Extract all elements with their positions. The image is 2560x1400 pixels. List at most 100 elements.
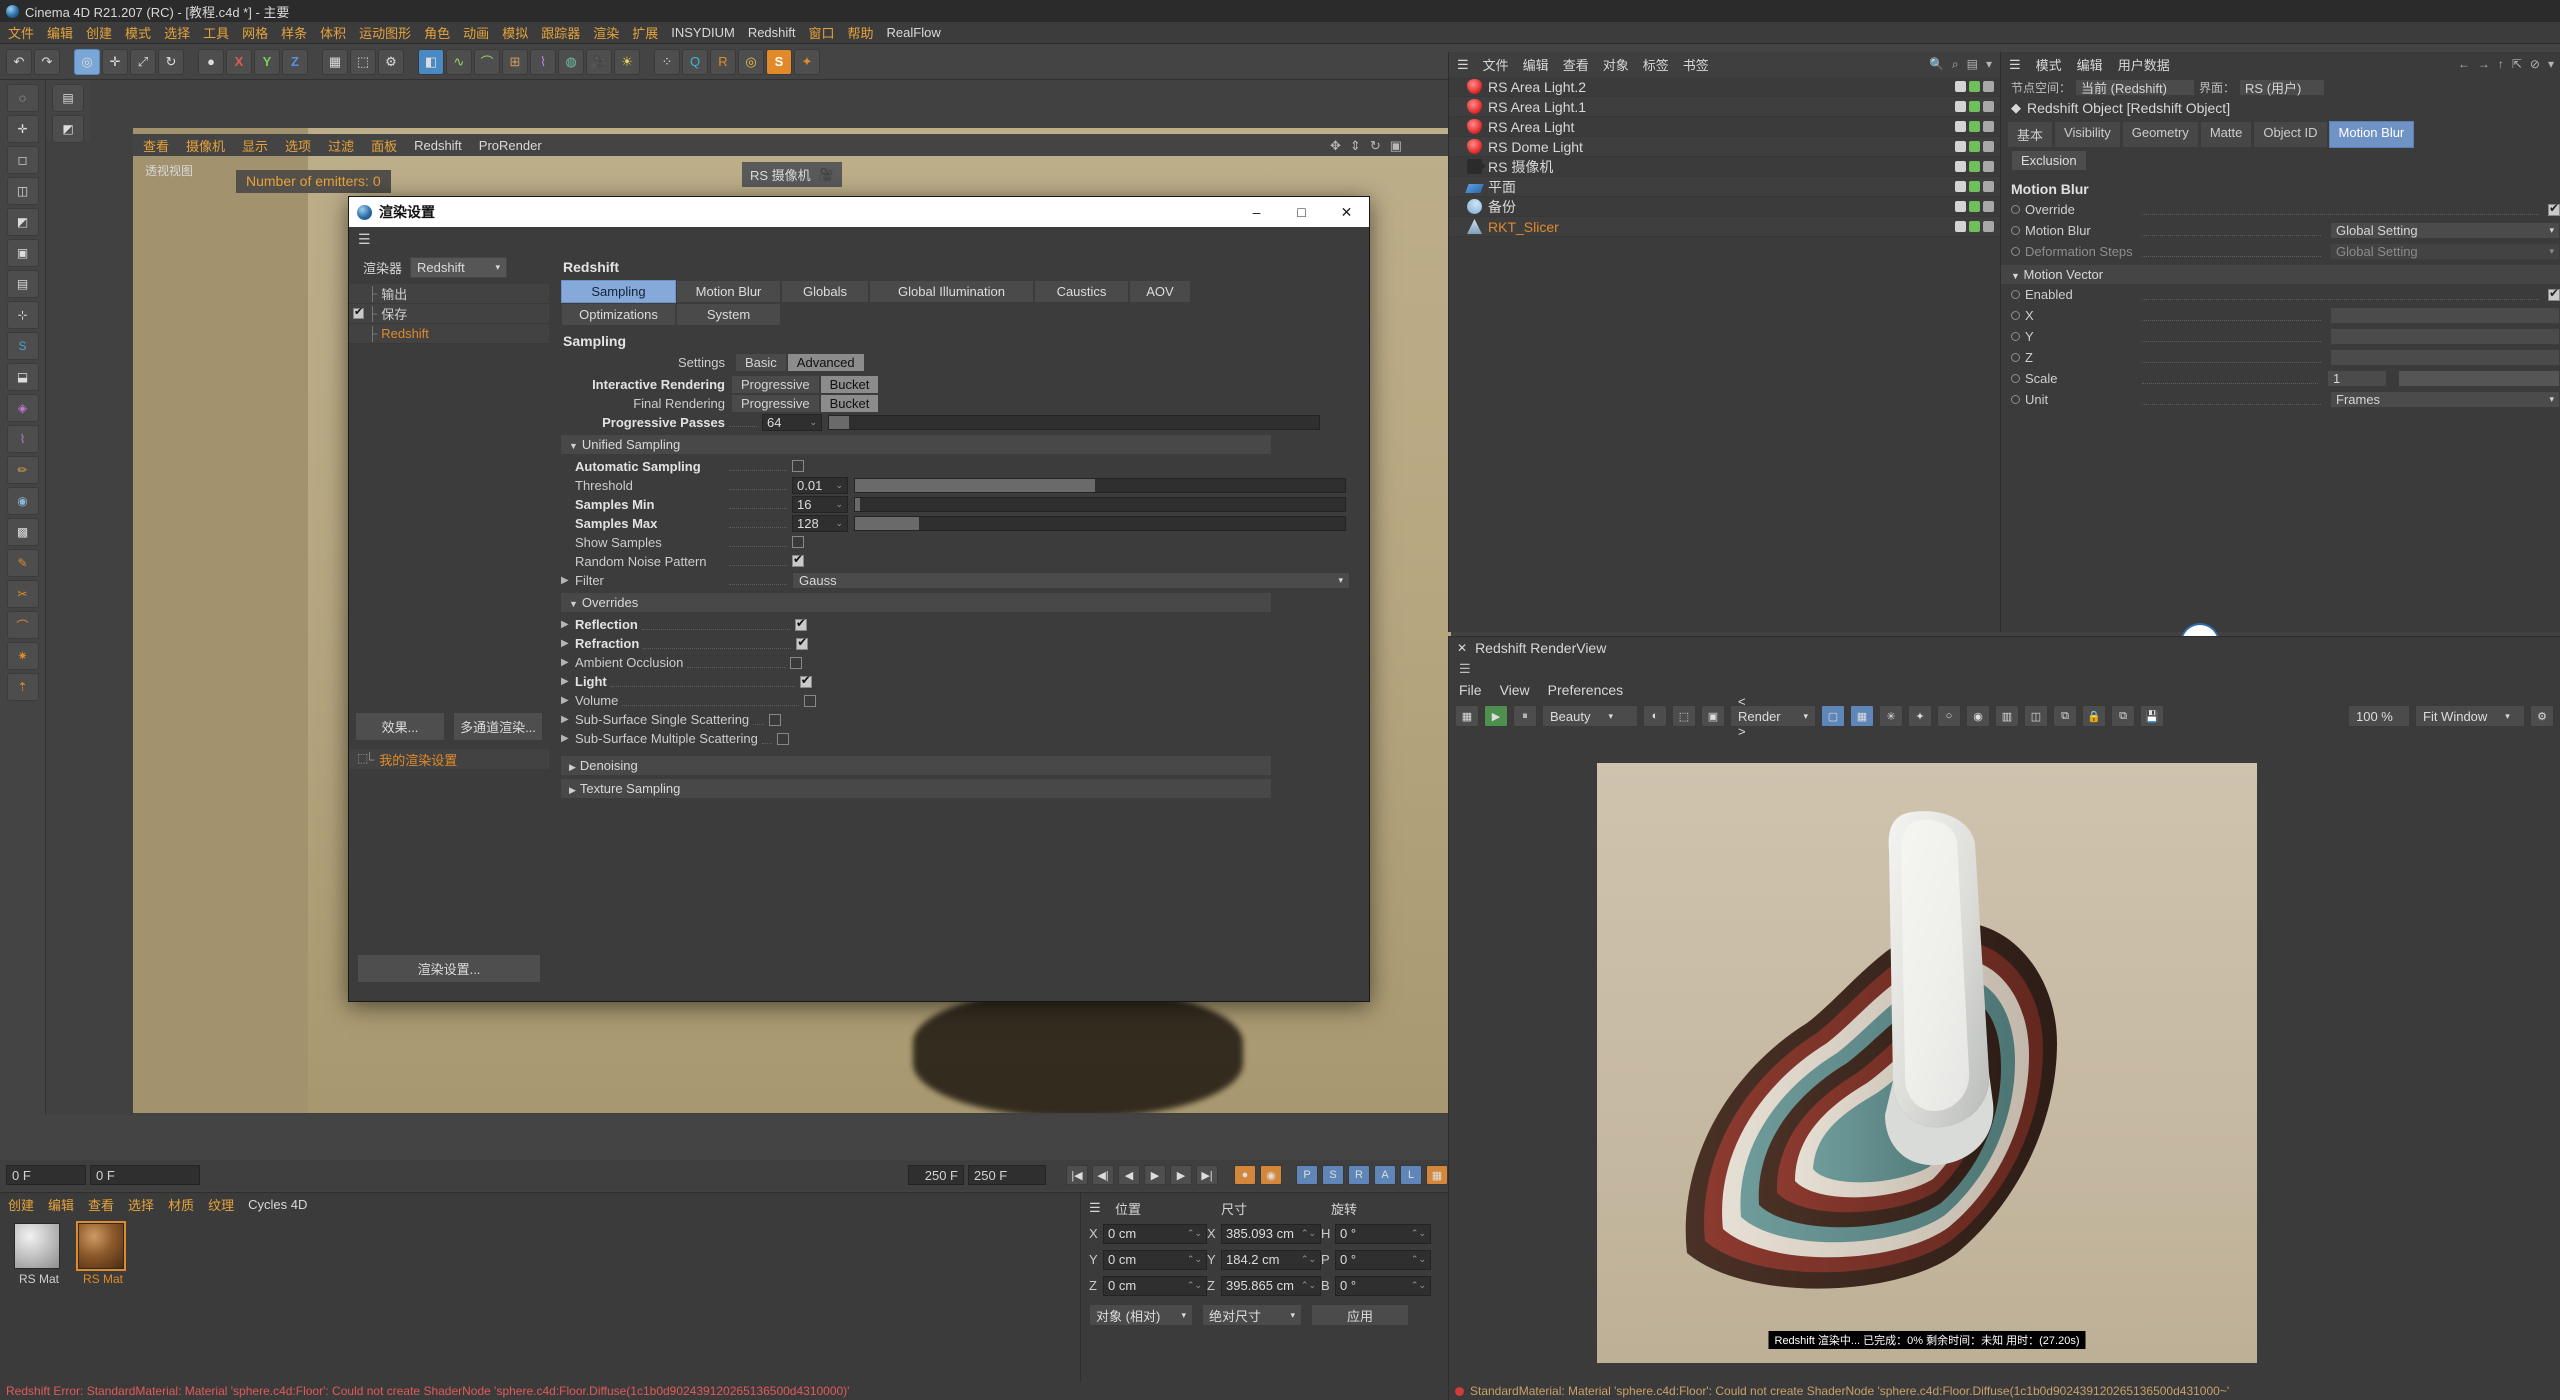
triangle-right-icon[interactable]: ▶ xyxy=(561,676,575,687)
object-row[interactable]: RS Area Light.1 xyxy=(1449,97,2000,117)
menu-item-体积[interactable]: 体积 xyxy=(320,23,346,42)
attribute-subfields[interactable]: EnabledXYZScale1UnitFrames▾ xyxy=(2001,284,2560,410)
om-menu-查看[interactable]: 查看 xyxy=(1563,55,1589,74)
select-field[interactable]: Frames▾ xyxy=(2330,391,2560,408)
undo-icon[interactable]: ↶ xyxy=(6,49,32,75)
segment-final-rendering-bucket[interactable]: Bucket xyxy=(820,394,880,413)
empty-field[interactable] xyxy=(2330,328,2560,345)
object-tags[interactable] xyxy=(1955,101,1994,112)
radio-icon[interactable] xyxy=(2011,395,2020,404)
attr-menu-编辑[interactable]: 编辑 xyxy=(2077,55,2103,74)
menu-item-编辑[interactable]: 编辑 xyxy=(47,23,73,42)
paint-icon[interactable]: ✏ xyxy=(7,456,39,484)
settings-mode-basic[interactable]: Basic xyxy=(735,353,787,372)
left-toolbar-secondary[interactable]: ▤ ◩ xyxy=(46,80,90,140)
checkbox[interactable] xyxy=(792,460,804,472)
rv-menu-view[interactable]: View xyxy=(1500,682,1530,698)
material-menu-编辑[interactable]: 编辑 xyxy=(48,1195,74,1214)
polygon-mode-icon[interactable]: ◩ xyxy=(7,208,39,236)
object-manager[interactable]: ☰ 文件编辑查看对象标签书签 🔍 ⌕ ▤ ▾ RS Area Light.2RS… xyxy=(1448,52,2000,632)
rs-tab-optimizations[interactable]: Optimizations xyxy=(561,303,676,326)
current-frame-field[interactable]: 0 F xyxy=(6,1165,86,1185)
segment-interactive-rendering-progressive[interactable]: Progressive xyxy=(731,375,820,394)
renderview-menubar[interactable]: FileViewPreferences xyxy=(1449,679,2560,701)
render-settings-hamburger-icon[interactable]: ☰ xyxy=(349,227,1369,251)
menu-item-扩展[interactable]: 扩展 xyxy=(632,23,658,42)
menu-item-样条[interactable]: 样条 xyxy=(281,23,307,42)
menu-item-动画[interactable]: 动画 xyxy=(463,23,489,42)
material-manager-menubar[interactable]: 创建编辑查看选择材质纹理Cycles 4D xyxy=(0,1193,1080,1215)
om-menu-文件[interactable]: 文件 xyxy=(1483,55,1509,74)
stepper-icon[interactable]: ⌃⌄ xyxy=(1301,1254,1316,1265)
triangle-right-icon[interactable]: ▶ xyxy=(561,733,575,744)
stepper-icon[interactable]: ⌃⌄ xyxy=(1187,1254,1202,1265)
keyframe-position-icon[interactable]: P xyxy=(1296,1165,1318,1185)
move-tool-icon[interactable]: ✛ xyxy=(102,49,128,75)
object-row[interactable]: 备份 xyxy=(1449,197,2000,217)
om-menu-对象[interactable]: 对象 xyxy=(1603,55,1629,74)
slider[interactable] xyxy=(854,516,1346,531)
attr-field-row[interactable]: Enabled xyxy=(2001,284,2560,305)
slider[interactable] xyxy=(854,497,1346,512)
number-field[interactable]: 128⌄ xyxy=(792,515,848,532)
number-field[interactable]: 64⌄ xyxy=(762,414,822,431)
previous-key-icon[interactable]: ◀| xyxy=(1092,1165,1114,1185)
attr-tab-object-id[interactable]: Object ID xyxy=(2253,121,2327,148)
position-field[interactable]: 0 cm⌃⌄ xyxy=(1103,1250,1207,1270)
go-to-end-icon[interactable]: ▶| xyxy=(1196,1165,1218,1185)
material-list[interactable]: RS Mat RS Mat xyxy=(0,1215,1080,1286)
copy-icon[interactable]: ⧉ xyxy=(2111,705,2135,727)
settings-icon[interactable]: ✦ xyxy=(1908,705,1932,727)
attribute-manager-hamburger-icon[interactable]: ☰ xyxy=(2009,57,2021,73)
viewport-menu-面板[interactable]: 面板 xyxy=(371,136,397,155)
search-icon[interactable]: 🔍 xyxy=(1929,57,1944,72)
menu-item-文件[interactable]: 文件 xyxy=(8,23,34,42)
insydium-icon[interactable]: Q xyxy=(682,49,708,75)
number-field[interactable]: 16⌄ xyxy=(792,496,848,513)
menu-item-创建[interactable]: 创建 xyxy=(86,23,112,42)
visibility-tag-icon[interactable] xyxy=(1955,161,1966,172)
unified-sampling-row[interactable]: Random Noise Pattern xyxy=(561,552,1369,570)
deformer2-icon[interactable]: ⌇ xyxy=(7,425,39,453)
sampling-rows[interactable]: Interactive RenderingProgressiveBucketFi… xyxy=(561,375,1369,431)
object-tag-icon[interactable] xyxy=(1983,141,1994,152)
rotation-field[interactable]: 0 °⌃⌄ xyxy=(1335,1276,1431,1296)
options-icon[interactable]: ▾ xyxy=(1986,57,1992,72)
redshift-tabs-row2[interactable]: OptimizationsSystem xyxy=(561,303,1271,326)
attr-field-row[interactable]: Override xyxy=(2001,199,2560,220)
current-frame-field-2[interactable]: 0 F xyxy=(90,1165,200,1185)
select-field[interactable]: Global Setting▾ xyxy=(2330,243,2560,260)
sampling-row[interactable]: Progressive Passes64⌄ xyxy=(561,413,1369,431)
environment-icon[interactable]: ◍ xyxy=(558,49,584,75)
menu-item-跟踪器[interactable]: 跟踪器 xyxy=(541,23,580,42)
visibility-tag-icon[interactable] xyxy=(1955,221,1966,232)
texture-mode-icon[interactable]: ▤ xyxy=(7,270,39,298)
redshift-renderview-panel[interactable]: ✕ Redshift RenderView ☰ FileViewPreferen… xyxy=(1448,636,2560,1382)
realflow-icon[interactable]: S xyxy=(766,49,792,75)
enable-tag-icon[interactable] xyxy=(1969,181,1980,192)
coordinates-manager[interactable]: ☰ 位置 尺寸 旋转 X0 cm⌃⌄X385.093 cm⌃⌄H0 °⌃⌄Y0 … xyxy=(1080,1192,1448,1382)
menu-item-模拟[interactable]: 模拟 xyxy=(502,23,528,42)
number-field[interactable]: 0.01⌄ xyxy=(792,477,848,494)
attribute-fields[interactable]: OverrideMotion BlurGlobal Setting▾Deform… xyxy=(2001,199,2560,262)
object-row[interactable]: 平面 xyxy=(1449,177,2000,197)
layers-icon[interactable]: ▤ xyxy=(1967,57,1978,72)
attr-tab-motion-blur[interactable]: Motion Blur xyxy=(2329,121,2415,148)
object-row[interactable]: RS Area Light xyxy=(1449,117,2000,137)
renderview-canvas[interactable]: Redshift 渲染中... 已完成：0% 剩余时间：未知 用时：(27.20… xyxy=(1597,763,2257,1363)
visibility-tag-icon[interactable] xyxy=(1955,81,1966,92)
size-field[interactable]: 395.865 cm⌃⌄ xyxy=(1221,1276,1321,1296)
pause-icon[interactable]: ⏸ xyxy=(1513,705,1537,727)
radio-icon[interactable] xyxy=(2011,247,2020,256)
attr-tab-matte[interactable]: Matte xyxy=(2200,121,2253,148)
timeline-panel[interactable]: 0102030405060708090100110120130140150160… xyxy=(0,1115,1448,1163)
array-icon[interactable]: ⊞ xyxy=(502,49,528,75)
back-icon[interactable]: ← xyxy=(2458,57,2470,71)
lock-icon[interactable]: 🔒 xyxy=(2082,705,2106,727)
move-icon[interactable]: ✛ xyxy=(7,115,39,143)
left-toolbar[interactable]: ◌ ✛ ◻ ◫ ◩ ▣ ▤ ⊹ S ⬓ ◈ ⌇ ✏ ◉ ▩ ✎ ✂ ⌒ ✷ ⇡ xyxy=(0,80,46,1120)
triangle-right-icon[interactable]: ▶ xyxy=(561,695,575,706)
close-button[interactable]: ✕ xyxy=(1324,197,1369,227)
step-forward-icon[interactable]: ▶ xyxy=(1170,1165,1192,1185)
histogram-icon[interactable]: ▥ xyxy=(1995,705,2019,727)
